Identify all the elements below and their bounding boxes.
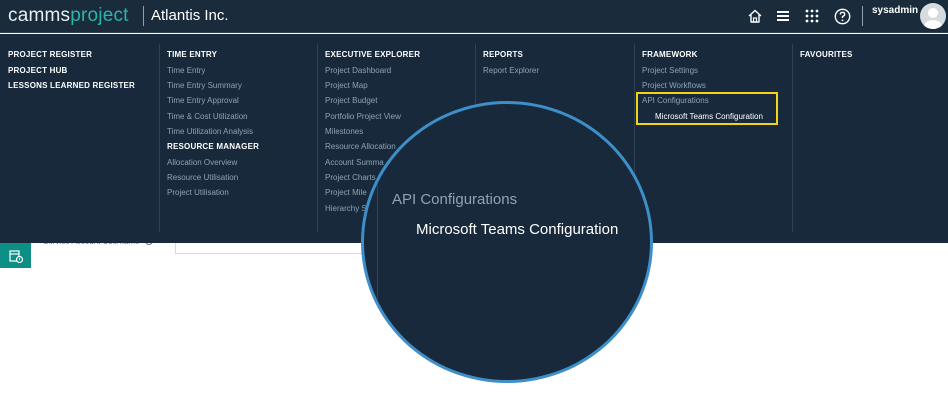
menu-item-resource-utilisation[interactable]: Resource Utilisation xyxy=(167,173,238,182)
tenant-name: Atlantis Inc. xyxy=(151,7,229,24)
section-heading-reports: REPORTS xyxy=(483,50,524,59)
menu-item-project-utilisation[interactable]: Project Utilisation xyxy=(167,188,229,197)
service-account-username-input[interactable] xyxy=(175,243,385,254)
menu-column-registers: PROJECT REGISTER PROJECT HUB LESSONS LEA… xyxy=(0,34,158,234)
camms-project-logo[interactable]: cammsproject xyxy=(8,5,129,27)
magnified-microsoft-teams-configuration: Microsoft Teams Configuration xyxy=(416,221,619,238)
menu-item-project-register[interactable]: PROJECT REGISTER xyxy=(8,50,92,59)
menu-column-favourites: FAVOURITES xyxy=(792,34,948,234)
divider xyxy=(862,6,863,26)
magnifier-callout: API Configurations Microsoft Teams Confi… xyxy=(361,101,653,383)
apps-grid-icon[interactable] xyxy=(802,6,822,26)
avatar[interactable] xyxy=(920,3,946,29)
section-heading-executive-explorer: EXECUTIVE EXPLORER xyxy=(325,50,421,59)
menu-item-project-dashboard[interactable]: Project Dashboard xyxy=(325,66,391,75)
menu-item-lessons-learned-register[interactable]: LESSONS LEARNED REGISTER xyxy=(8,81,135,90)
menu-item-project-charts[interactable]: Project Charts xyxy=(325,173,376,182)
column-divider xyxy=(377,104,378,380)
divider xyxy=(143,6,144,26)
highlight-box xyxy=(636,92,778,125)
calendar-clock-icon xyxy=(8,249,23,263)
top-bar: cammsproject Atlantis Inc. sysadmin xyxy=(0,0,948,33)
help-icon[interactable] xyxy=(832,6,852,26)
menu-icon[interactable] xyxy=(773,6,793,26)
section-heading-framework: FRAMEWORK xyxy=(642,50,698,59)
side-panel-tab[interactable] xyxy=(0,243,31,268)
menu-item-project-map[interactable]: Project Map xyxy=(325,81,368,90)
menu-item-project-hub[interactable]: PROJECT HUB xyxy=(8,66,68,75)
username[interactable]: sysadmin xyxy=(872,5,918,16)
menu-item-time-entry-approval[interactable]: Time Entry Approval xyxy=(167,96,239,105)
menu-item-hierarchy-summary[interactable]: Hierarchy S xyxy=(325,204,367,213)
menu-item-allocation-overview[interactable]: Allocation Overview xyxy=(167,158,237,167)
logo-text-project: project xyxy=(70,5,129,26)
screen: Service Account Username cammsproject At… xyxy=(0,0,948,402)
section-heading-resource-manager: RESOURCE MANAGER xyxy=(167,142,260,151)
section-heading-favourites: FAVOURITES xyxy=(800,50,853,59)
menu-item-project-milestones[interactable]: Project Mile xyxy=(325,188,367,197)
menu-item-time-cost-utilization[interactable]: Time & Cost Utilization xyxy=(167,112,248,121)
logo-text-camms: camms xyxy=(8,5,71,26)
section-heading-time-entry: TIME ENTRY xyxy=(167,50,218,59)
menu-column-framework: FRAMEWORK Project Settings Project Workf… xyxy=(634,34,792,234)
menu-item-time-entry-summary[interactable]: Time Entry Summary xyxy=(167,81,242,90)
menu-item-project-budget[interactable]: Project Budget xyxy=(325,96,377,105)
menu-item-time-entry[interactable]: Time Entry xyxy=(167,66,205,75)
menu-item-portfolio-project-view[interactable]: Portfolio Project View xyxy=(325,112,401,121)
menu-column-time-entry: TIME ENTRY Time Entry Time Entry Summary… xyxy=(159,34,317,234)
menu-item-project-settings[interactable]: Project Settings xyxy=(642,66,698,75)
menu-item-milestones[interactable]: Milestones xyxy=(325,127,363,136)
menu-item-report-explorer[interactable]: Report Explorer xyxy=(483,66,539,75)
menu-item-resource-allocation[interactable]: Resource Allocation xyxy=(325,142,396,151)
menu-item-time-utilization-analysis[interactable]: Time Utilization Analysis xyxy=(167,127,253,136)
home-icon[interactable] xyxy=(745,6,765,26)
menu-item-account-summary[interactable]: Account Summa xyxy=(325,158,384,167)
menu-item-project-workflows[interactable]: Project Workflows xyxy=(642,81,706,90)
magnified-api-configurations: API Configurations xyxy=(392,191,518,208)
